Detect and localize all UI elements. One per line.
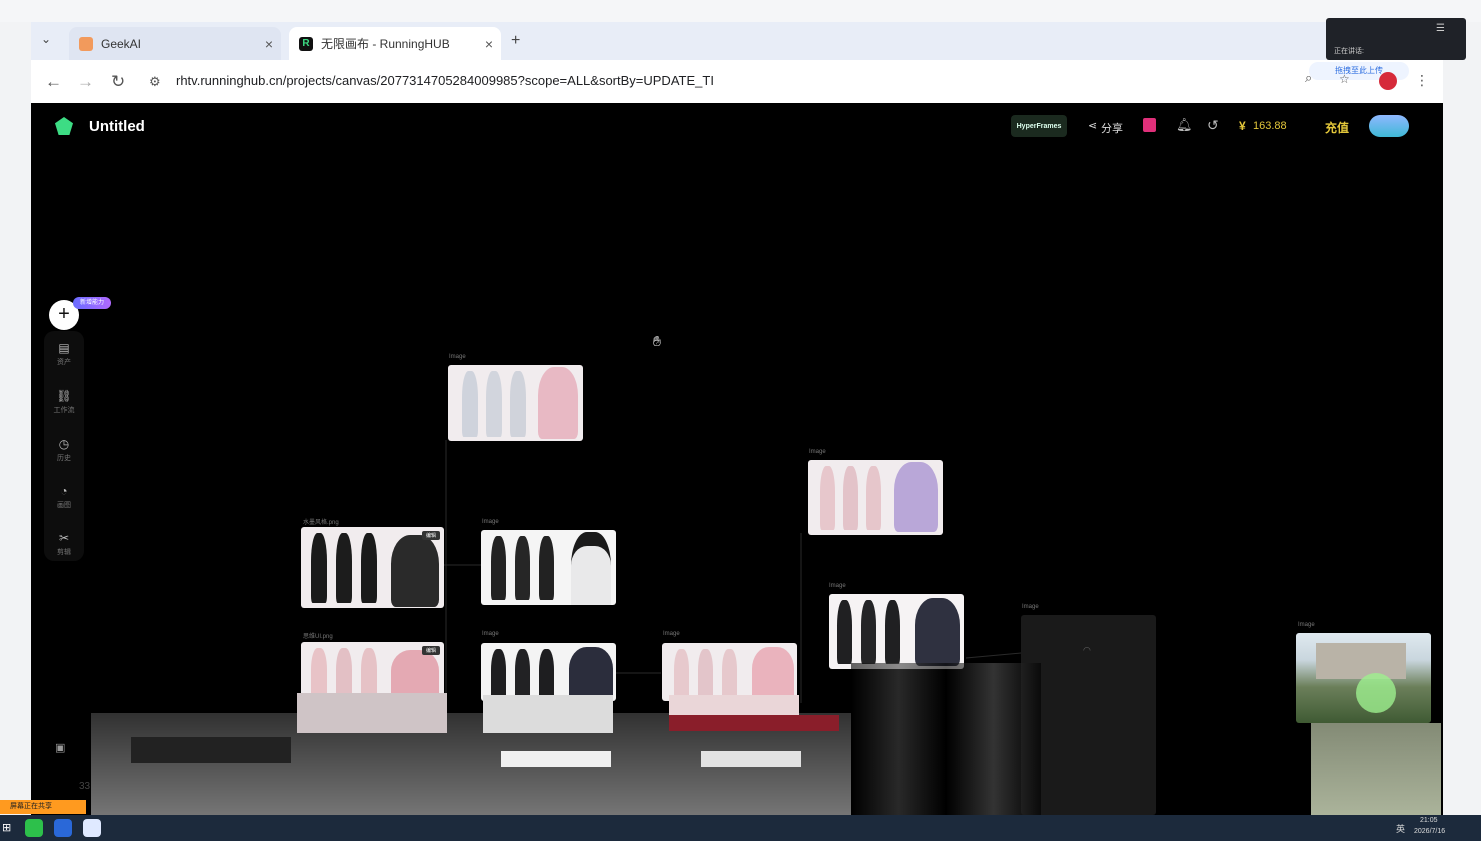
figure bbox=[843, 466, 858, 530]
screen-sharing-banner[interactable]: 屏幕正在共享 bbox=[0, 800, 86, 814]
canvas-app: Untitled HyperFrames ⋖ 分享 🔔︎ ↺ ¥ 163.88 … bbox=[31, 103, 1443, 815]
zoom-icon[interactable]: ⌕ bbox=[1305, 70, 1312, 86]
figure bbox=[491, 649, 506, 701]
figure bbox=[515, 649, 530, 701]
profile-avatar[interactable] bbox=[1379, 72, 1397, 90]
figure bbox=[539, 536, 554, 600]
meeting-widget[interactable]: 正在讲话: ☰ bbox=[1326, 18, 1466, 60]
figure bbox=[820, 466, 835, 530]
portrait bbox=[894, 462, 938, 532]
input-language[interactable]: 英 bbox=[1396, 822, 1405, 835]
figure bbox=[462, 371, 478, 437]
forward-arrow-icon[interactable]: → bbox=[77, 72, 94, 92]
figure bbox=[311, 533, 327, 603]
clock-date: 2026/7/16 bbox=[1414, 828, 1446, 835]
image-node[interactable] bbox=[1296, 633, 1431, 723]
tab-title: 无限画布 - RunningHUB bbox=[321, 37, 450, 51]
count-badge: 33 bbox=[79, 781, 91, 792]
meeting-app-icon[interactable] bbox=[54, 819, 72, 837]
meeting-status: 正在讲话: bbox=[1334, 48, 1364, 55]
geekai-favicon-icon bbox=[79, 36, 93, 51]
wechat-icon[interactable] bbox=[25, 819, 43, 837]
portrait bbox=[569, 647, 613, 701]
app-icon[interactable] bbox=[83, 819, 101, 837]
image-node[interactable] bbox=[808, 460, 943, 535]
figure bbox=[861, 600, 876, 664]
back-arrow-icon[interactable]: ← bbox=[45, 72, 62, 92]
image-node[interactable] bbox=[662, 643, 797, 701]
node-title: Image bbox=[482, 631, 499, 637]
reload-icon[interactable]: ↻ bbox=[111, 72, 125, 92]
portrait bbox=[752, 647, 794, 701]
menu-icon[interactable]: ☰ bbox=[1436, 23, 1445, 34]
figure bbox=[837, 600, 852, 664]
bookmark-icon[interactable]: ☆ bbox=[1339, 72, 1350, 86]
url-input[interactable]: rhtv.runninghub.cn/projects/canvas/20773… bbox=[176, 73, 714, 88]
node-title: Image bbox=[829, 583, 846, 589]
tab-search-chevron-icon[interactable]: ⌄ bbox=[41, 32, 51, 46]
runninghub-favicon-icon: R bbox=[299, 36, 313, 51]
figure bbox=[539, 649, 554, 701]
image-node[interactable] bbox=[481, 530, 616, 605]
more-menu-icon[interactable]: ⋮ bbox=[1415, 72, 1429, 89]
node-title: Image bbox=[663, 631, 680, 637]
figure bbox=[486, 371, 502, 437]
figure bbox=[336, 533, 352, 603]
image-node[interactable] bbox=[448, 365, 583, 441]
os-taskbar: ⊞ 英 21:05 2026/7/16 bbox=[0, 815, 1481, 841]
browser-address-bar: ← → ↻ ⚙ rhtv.runninghub.cn/projects/canv… bbox=[31, 60, 1443, 103]
image-node[interactable]: 编辑 bbox=[301, 527, 444, 608]
clock-time: 21:05 bbox=[1420, 817, 1438, 824]
portrait bbox=[538, 367, 578, 439]
figure bbox=[510, 371, 526, 437]
node-title: Image bbox=[482, 519, 499, 525]
building bbox=[1316, 643, 1406, 679]
windows-start-icon[interactable]: ⊞ bbox=[2, 821, 11, 834]
site-settings-icon[interactable]: ⚙ bbox=[149, 74, 161, 90]
figure bbox=[674, 649, 689, 701]
tab-title: GeekAI bbox=[101, 36, 142, 51]
minimap-icon[interactable]: ▣ bbox=[55, 741, 65, 754]
close-icon[interactable]: × bbox=[265, 36, 273, 52]
figure bbox=[361, 533, 377, 603]
node-title: Image bbox=[449, 354, 466, 360]
portrait bbox=[571, 532, 611, 605]
loading-spinner-icon: ◠ bbox=[1083, 645, 1091, 655]
node-title: 水墨风格.png bbox=[303, 520, 339, 526]
figure bbox=[491, 536, 506, 600]
figure bbox=[698, 649, 713, 701]
sharing-label: 屏幕正在共享 bbox=[10, 803, 52, 810]
node-title: Image bbox=[809, 449, 826, 455]
image-node[interactable] bbox=[829, 594, 964, 669]
node-title: Image bbox=[1298, 622, 1315, 628]
image-node[interactable] bbox=[481, 643, 616, 701]
edit-badge[interactable]: 编辑 bbox=[421, 646, 440, 655]
figure bbox=[515, 536, 530, 600]
tab-geekai[interactable]: GeekAI × bbox=[69, 27, 281, 60]
portrait bbox=[915, 598, 960, 666]
os-top-strip bbox=[0, 0, 1481, 22]
node-title: Image bbox=[1022, 604, 1039, 610]
tab-runninghub[interactable]: R 无限画布 - RunningHUB × bbox=[289, 27, 501, 60]
new-tab-button[interactable]: + bbox=[511, 32, 520, 50]
edit-badge[interactable]: 编辑 bbox=[421, 531, 440, 540]
figure bbox=[885, 600, 900, 664]
image-node-loading[interactable]: ◠ bbox=[1021, 615, 1156, 815]
portrait bbox=[391, 535, 439, 607]
figure bbox=[866, 466, 881, 530]
figure bbox=[722, 649, 737, 701]
node-title: 思维UI.png bbox=[303, 634, 333, 640]
browser-tab-bar: ⌄ GeekAI × R 无限画布 - RunningHUB × + bbox=[31, 22, 1326, 60]
close-icon[interactable]: × bbox=[485, 36, 493, 52]
green-glow bbox=[1356, 673, 1396, 713]
